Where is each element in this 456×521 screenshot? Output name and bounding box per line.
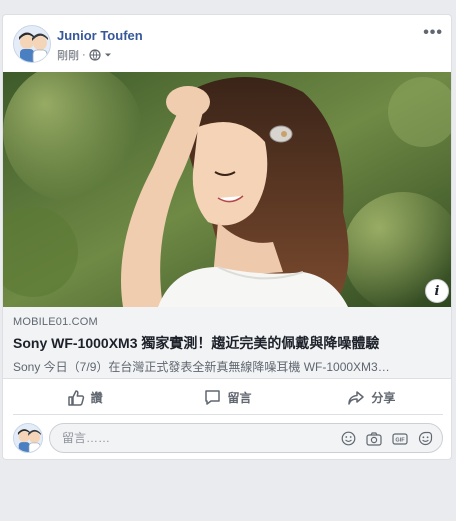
link-domain: MOBILE01.COM [13,316,98,328]
post-photo[interactable]: i [3,72,451,307]
commenter-avatar[interactable] [13,423,43,453]
post-actions: 讚 留言 分享 [13,381,443,415]
share-icon [348,390,365,405]
post-meta: 剛剛 · [57,47,112,63]
sticker-icon[interactable] [418,431,433,446]
info-button[interactable]: i [425,279,449,303]
photo-image [3,72,451,307]
post-header: Junior Toufen 剛剛 · ••• [3,15,451,73]
globe-icon[interactable] [89,49,101,61]
share-button[interactable]: 分享 [300,381,443,414]
link-description: Sony 今日（7/9）在台灣正式發表全新真無線降噪耳機 WF-1000XM3… [13,360,390,374]
emoji-icon[interactable] [341,431,356,446]
link-title[interactable]: Sony WF-1000XM3 獨家實測！趨近完美的佩戴與降噪體驗 [13,333,441,353]
share-label: 分享 [371,391,396,405]
more-options-button[interactable]: ••• [423,24,443,42]
author-avatar[interactable] [13,25,51,63]
comment-icon [205,390,221,405]
like-label: 讚 [90,391,103,405]
svg-text:GIF: GIF [395,437,405,443]
comment-label: 留言 [227,391,252,405]
comment-tools: GIF [341,431,433,446]
link-preview[interactable]: MOBILE01.COM Sony WF-1000XM3 獨家實測！趨近完美的佩… [3,307,451,379]
caret-down-icon[interactable] [104,51,112,59]
camera-icon[interactable] [366,431,382,446]
gif-icon[interactable]: GIF [392,432,408,446]
post-timestamp[interactable]: 剛剛 [57,47,79,63]
feed-post: Junior Toufen 剛剛 · ••• i MOBILE01.COM So… [2,14,452,460]
meta-separator: · [82,49,86,61]
comment-button[interactable]: 留言 [156,381,299,414]
author-name[interactable]: Junior Toufen [57,28,143,43]
thumbs-up-icon [67,389,84,406]
comment-row: GIF [3,421,451,457]
like-button[interactable]: 讚 [13,381,156,414]
